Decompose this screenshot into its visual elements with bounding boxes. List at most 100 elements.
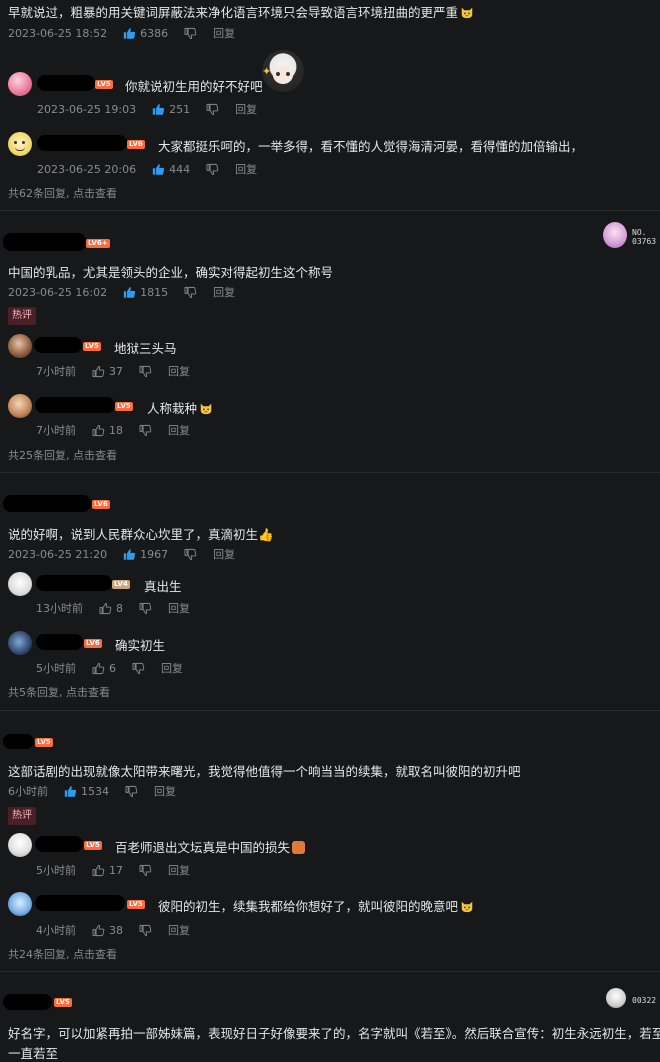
avatar[interactable] bbox=[8, 631, 32, 655]
thumb-up-icon bbox=[64, 785, 77, 798]
view-all-replies-link[interactable]: 共25条回复, 点击查看 bbox=[8, 447, 117, 463]
cat-emoji-icon bbox=[460, 899, 474, 913]
timestamp: 13小时前 bbox=[36, 602, 83, 615]
username-redacted[interactable] bbox=[34, 337, 82, 353]
username-redacted[interactable] bbox=[35, 836, 83, 852]
thumb-down-icon bbox=[206, 163, 219, 176]
reply-button[interactable]: 回复 bbox=[213, 25, 235, 41]
reply-text: 大家都挺乐呵的，一举多得，看不懂的人觉得海清河晏，看得懂的加倍输出， bbox=[158, 139, 584, 154]
dislike-button[interactable] bbox=[184, 286, 197, 299]
like-button[interactable]: 1534 bbox=[64, 785, 109, 798]
username-redacted[interactable] bbox=[3, 994, 52, 1010]
dislike-button[interactable] bbox=[125, 785, 138, 798]
reply-button[interactable]: 回复 bbox=[235, 161, 257, 177]
fan-badge-number: 00322 bbox=[632, 996, 657, 1005]
like-button[interactable]: 8 bbox=[99, 602, 123, 615]
reply-button[interactable]: 回复 bbox=[213, 546, 235, 562]
reply-button[interactable]: 回复 bbox=[168, 922, 190, 938]
timestamp: 2023-06-25 19:03 bbox=[37, 102, 137, 116]
thumb-down-icon bbox=[139, 424, 152, 437]
view-all-replies-link[interactable]: 共5条回复, 点击查看 bbox=[8, 684, 110, 700]
like-button[interactable]: 444 bbox=[152, 163, 190, 176]
reply-meta: 4小时前 38 回复 bbox=[36, 922, 190, 938]
reply-button[interactable]: 回复 bbox=[168, 422, 190, 438]
timestamp: 2023-06-25 16:02 bbox=[8, 285, 108, 299]
avatar[interactable] bbox=[8, 833, 32, 857]
dislike-button[interactable] bbox=[139, 924, 152, 937]
reply-meta: 13小时前 8 回复 bbox=[36, 600, 190, 616]
username-redacted[interactable] bbox=[35, 895, 125, 911]
hot-comment-tag: 热评 bbox=[8, 807, 36, 825]
thumb-up-icon bbox=[92, 662, 105, 675]
dislike-button[interactable] bbox=[206, 103, 219, 116]
level-badge: LV5 bbox=[95, 80, 113, 89]
like-count: 444 bbox=[169, 162, 191, 176]
avatar[interactable] bbox=[8, 572, 32, 596]
dislike-button[interactable] bbox=[139, 424, 152, 437]
username-redacted[interactable] bbox=[37, 135, 127, 151]
level-badge: LV5 bbox=[84, 841, 102, 850]
reply-button[interactable]: 回复 bbox=[168, 600, 190, 616]
like-button[interactable]: 37 bbox=[92, 365, 123, 378]
username-redacted[interactable] bbox=[3, 495, 91, 512]
dislike-button[interactable] bbox=[206, 163, 219, 176]
thumb-down-icon bbox=[206, 103, 219, 116]
dislike-button[interactable] bbox=[132, 662, 145, 675]
timestamp: 2023-06-25 20:06 bbox=[37, 162, 137, 176]
like-button[interactable]: 17 bbox=[92, 864, 123, 877]
fan-badge-prefix: NO. bbox=[632, 228, 647, 237]
like-count: 1967 bbox=[140, 547, 169, 561]
dislike-button[interactable] bbox=[184, 27, 197, 40]
like-button[interactable]: 6386 bbox=[123, 27, 168, 40]
cat-emoji-icon bbox=[460, 5, 474, 19]
comment-body: 这部话剧的出现就像太阳带来曙光，我觉得他值得一个响当当的续集，就取名叫彼阳的初升… bbox=[8, 764, 521, 779]
like-button[interactable]: 38 bbox=[92, 924, 123, 937]
avatar[interactable] bbox=[8, 334, 32, 358]
username-redacted[interactable] bbox=[37, 75, 95, 91]
thumb-down-icon bbox=[139, 602, 152, 615]
username-redacted[interactable] bbox=[3, 233, 86, 251]
like-count: 1534 bbox=[81, 784, 109, 798]
reply-button[interactable]: 回复 bbox=[213, 284, 235, 300]
divider bbox=[0, 210, 660, 211]
like-button[interactable]: 6 bbox=[92, 662, 116, 675]
avatar[interactable] bbox=[8, 132, 32, 156]
level-badge: LV6+ bbox=[86, 239, 110, 248]
comment-meta: 6小时前 1534 回复 bbox=[8, 783, 176, 799]
thumb-down-icon bbox=[184, 548, 197, 561]
level-badge: LV4 bbox=[112, 580, 130, 589]
reply-button[interactable]: 回复 bbox=[161, 660, 183, 676]
level-badge: LV6 bbox=[127, 140, 145, 149]
comment-body: 中国的乳品，尤其是领头的企业，确实对得起初生这个称号 bbox=[8, 265, 334, 280]
like-count: 6 bbox=[109, 661, 116, 675]
reply-button[interactable]: 回复 bbox=[235, 101, 257, 117]
timestamp: 7小时前 bbox=[36, 365, 76, 378]
like-button[interactable]: 1815 bbox=[123, 286, 168, 299]
username-redacted[interactable] bbox=[3, 734, 34, 749]
thumb-up-icon bbox=[92, 864, 105, 877]
avatar[interactable] bbox=[8, 394, 32, 418]
reply-meta: 2023-06-25 19:03 251 回复 bbox=[37, 101, 257, 117]
avatar[interactable] bbox=[8, 72, 32, 96]
view-all-replies-link[interactable]: 共24条回复, 点击查看 bbox=[8, 946, 117, 962]
dislike-button[interactable] bbox=[139, 365, 152, 378]
reply-button[interactable]: 回复 bbox=[168, 862, 190, 878]
reply-button[interactable]: 回复 bbox=[168, 363, 190, 379]
username-redacted[interactable] bbox=[35, 397, 115, 413]
thumb-down-icon bbox=[139, 864, 152, 877]
reply-button[interactable]: 回复 bbox=[154, 783, 176, 799]
dislike-button[interactable] bbox=[184, 548, 197, 561]
dislike-button[interactable] bbox=[139, 864, 152, 877]
avatar[interactable] bbox=[8, 892, 32, 916]
like-button[interactable]: 251 bbox=[152, 103, 190, 116]
reply-meta: 2023-06-25 20:06 444 回复 bbox=[37, 161, 257, 177]
view-all-replies-link[interactable]: 共62条回复, 点击查看 bbox=[8, 185, 117, 201]
hot-comment-tag: 热评 bbox=[8, 307, 36, 325]
like-button[interactable]: 18 bbox=[92, 424, 123, 437]
username-redacted[interactable] bbox=[36, 575, 112, 591]
like-button[interactable]: 1967 bbox=[123, 548, 168, 561]
username-redacted[interactable] bbox=[36, 634, 83, 650]
dislike-button[interactable] bbox=[139, 602, 152, 615]
cat-emoji-icon bbox=[199, 401, 213, 415]
reply-body: 彼阳的初生，续集我都给你想好了，就叫彼阳的晚意吧 bbox=[158, 899, 459, 914]
